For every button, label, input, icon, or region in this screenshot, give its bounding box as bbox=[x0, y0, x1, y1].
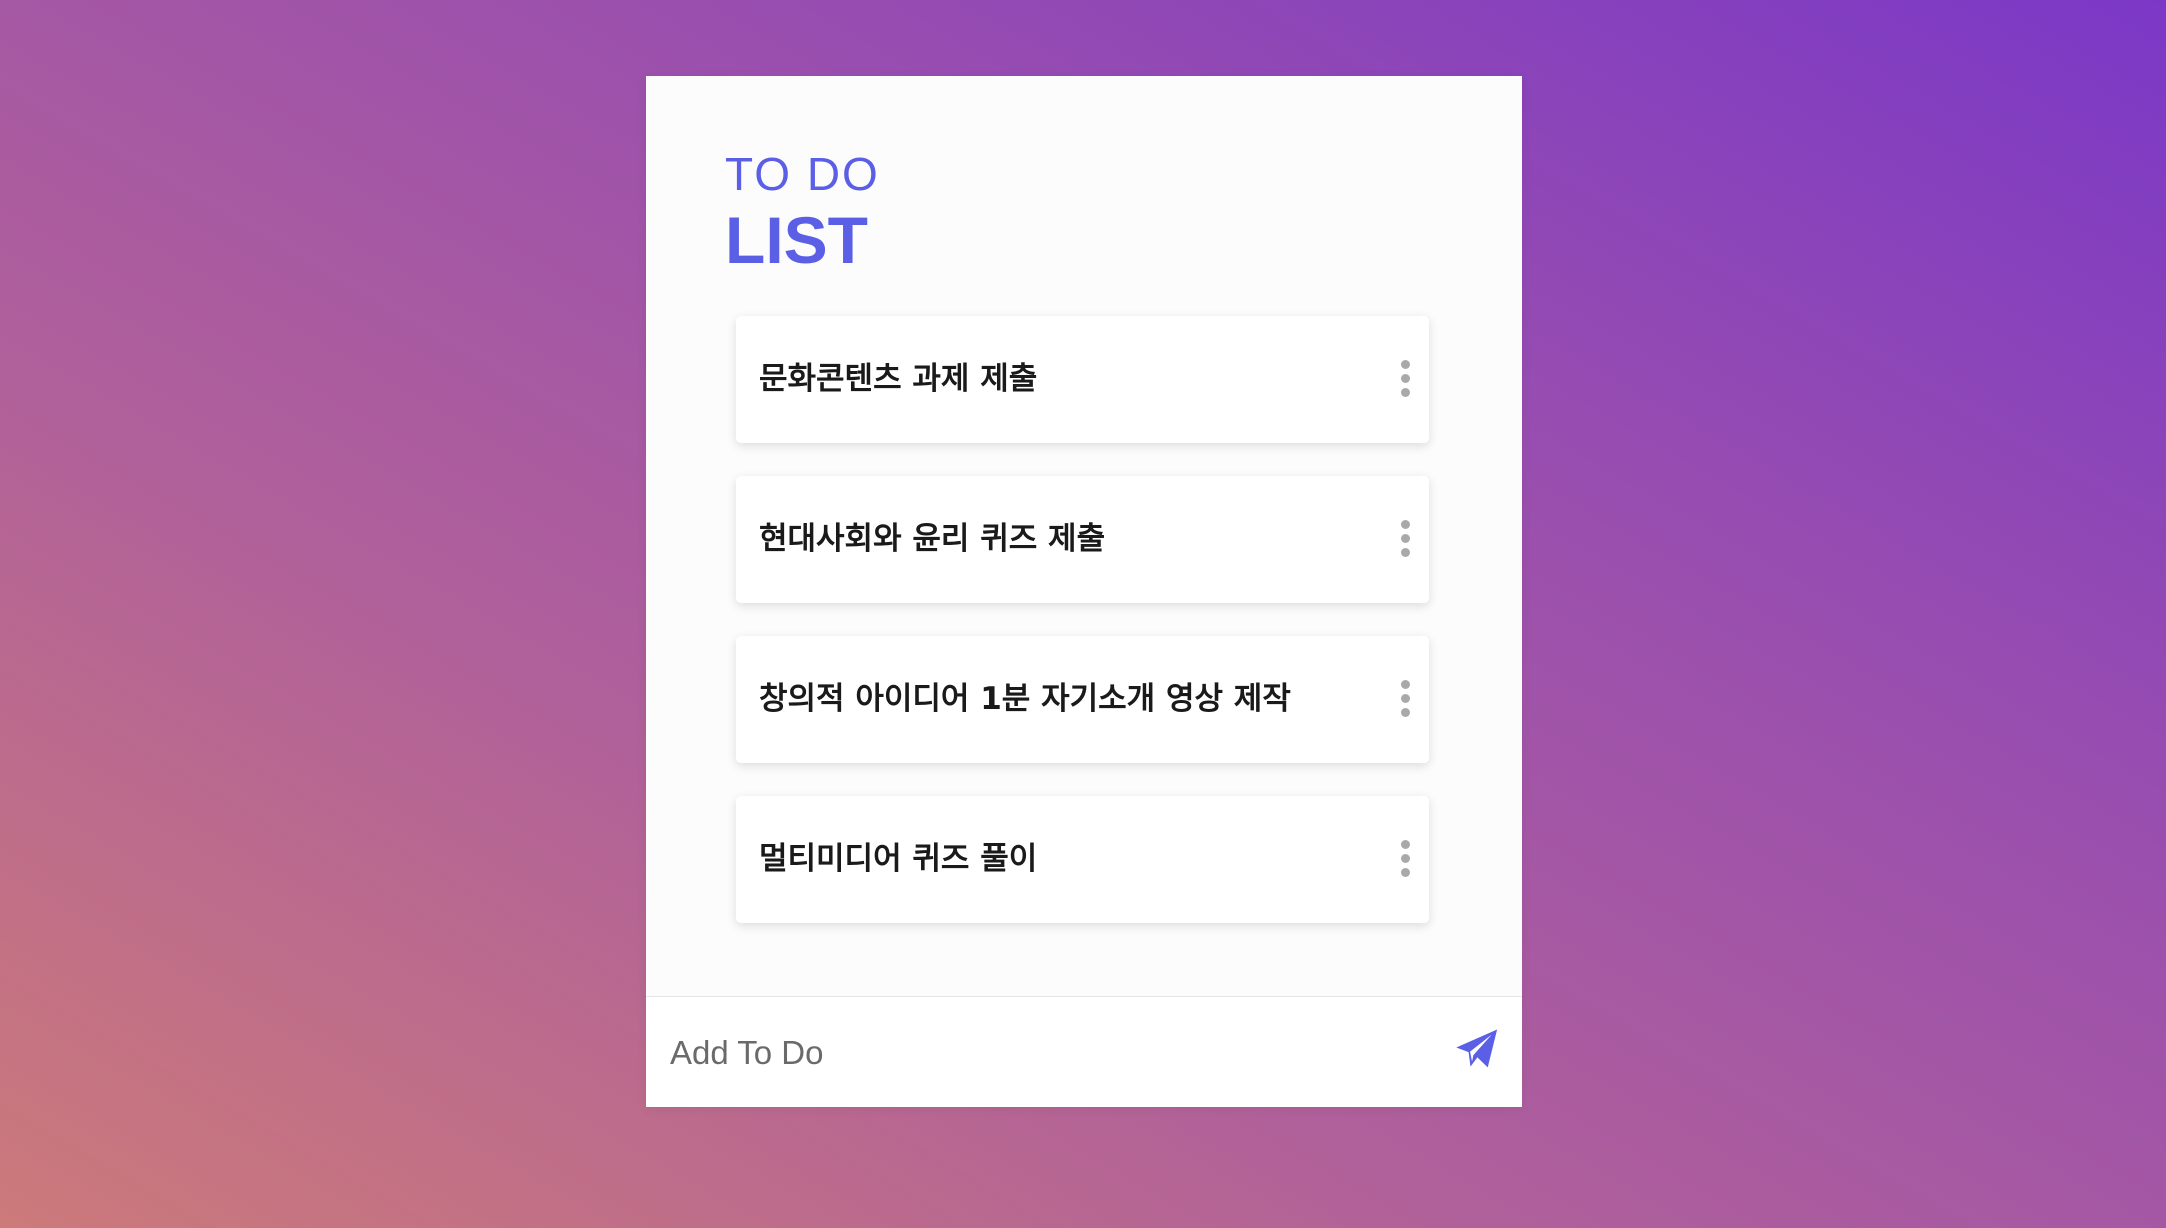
todo-item-text: 멀티미디어 퀴즈 풀이 bbox=[759, 841, 1038, 877]
todo-list: 문화콘텐츠 과제 제출 현대사회와 윤리 퀴즈 제출 창의적 아이디어 1분 자… bbox=[736, 316, 1429, 956]
title-large: LIST bbox=[725, 203, 868, 277]
todo-item[interactable]: 멀티미디어 퀴즈 풀이 bbox=[736, 796, 1429, 923]
more-vertical-icon[interactable] bbox=[1399, 520, 1411, 558]
send-button[interactable] bbox=[1454, 1026, 1500, 1072]
todo-item[interactable]: 문화콘텐츠 과제 제출 bbox=[736, 316, 1429, 443]
add-todo-input[interactable] bbox=[668, 1023, 1412, 1083]
add-todo-bar bbox=[646, 996, 1522, 1107]
page-title: TO DO LIST bbox=[725, 144, 880, 276]
paper-plane-icon bbox=[1456, 1029, 1498, 1068]
todo-item-text: 문화콘텐츠 과제 제출 bbox=[759, 361, 1038, 397]
more-vertical-icon[interactable] bbox=[1399, 680, 1411, 718]
more-vertical-icon[interactable] bbox=[1399, 840, 1411, 878]
title-small: TO DO bbox=[725, 148, 880, 200]
todo-item-text: 창의적 아이디어 1분 자기소개 영상 제작 bbox=[759, 681, 1291, 717]
todo-item-text: 현대사회와 윤리 퀴즈 제출 bbox=[759, 521, 1106, 557]
todo-item[interactable]: 현대사회와 윤리 퀴즈 제출 bbox=[736, 476, 1429, 603]
todo-item[interactable]: 창의적 아이디어 1분 자기소개 영상 제작 bbox=[736, 636, 1429, 763]
more-vertical-icon[interactable] bbox=[1399, 360, 1411, 398]
todo-card: TO DO LIST 문화콘텐츠 과제 제출 현대사회와 윤리 퀴즈 제출 창의… bbox=[646, 76, 1522, 1107]
